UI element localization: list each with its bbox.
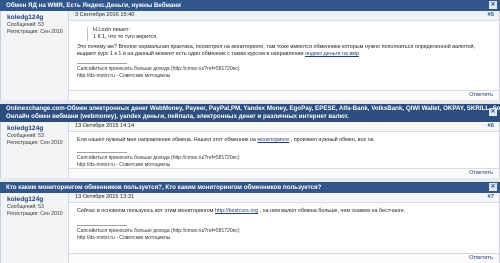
signature-line-2[interactable]: http://ds-motor.ru - Советские мотоциклы [69, 235, 499, 241]
thread-title-line-2[interactable]: Онлайн обмен вебмани (webmoney), yandex … [6, 113, 494, 121]
thread-title-link[interactable]: Onlinexchange.com-Обмен электронных дене… [6, 105, 500, 113]
username-link[interactable]: koledg124g [7, 125, 68, 133]
user-info-panel: koledg124g Сообщений: 53 Регистрация: Се… [1, 193, 69, 263]
username-link[interactable]: koledg124g [7, 196, 68, 204]
quote-author: Н.Lozin пишет: [93, 27, 130, 33]
thread-title-bar[interactable]: Onlinexchange.com-Обмен электронных дене… [0, 104, 500, 122]
post-number-link[interactable]: #6 [488, 122, 494, 131]
post-date-bar: 13 Октября 2015 14:14 #6 [69, 122, 499, 132]
post-number-link[interactable]: #7 [488, 193, 494, 202]
post-content: 13 Октября 2015 14:14 #6 Ели нашел нужны… [69, 122, 499, 178]
post-message: Ели нашел нужный мне направление обмена.… [69, 132, 499, 144]
message-text-end: , произвел нужный обмен, все ок. [290, 137, 375, 143]
reply-button[interactable]: Ответить [469, 254, 493, 263]
message-text: Ели нашел нужный мне направление обмена.… [77, 137, 256, 143]
post-date: 13 Октября 2015 13:31 [75, 194, 135, 200]
post-content: 13 Октября 2015 13:31 #7 Сейчас в основн… [69, 193, 499, 263]
post-1: Обмен ЯД на WMR, Есть Яндекс.Деньги, нуж… [0, 0, 500, 100]
thread-title-link[interactable]: Кто каким мониторингом обменников пользу… [6, 184, 321, 191]
message-text-end: , на нем валют обмена больше, чем скажем… [259, 208, 406, 214]
post-2: Onlinexchange.com-Обмен электронных дене… [0, 104, 500, 178]
post-number-link[interactable]: #5 [488, 11, 494, 20]
username-link[interactable]: koledg124g [7, 14, 68, 22]
quote-block: Н.Lozin пишет: 1 К 1, что то туго веритс… [87, 27, 491, 41]
reply-button[interactable]: Ответить [469, 169, 493, 178]
close-icon[interactable]: ✕ [489, 108, 497, 116]
user-info-panel: koledg124g Сообщений: 53 Регистрация: Се… [1, 11, 69, 100]
post-footer: Ответить [69, 90, 499, 100]
signature-divider [77, 152, 127, 154]
exchange-direction-link[interactable]: яндекс деньги на вмр [305, 51, 359, 57]
thread-title-link[interactable]: Обмен ЯД на WMR, Есть Яндекс.Деньги, нуж… [6, 2, 181, 9]
post-footer: Ответить [69, 168, 499, 178]
reply-button[interactable]: Ответить [469, 91, 493, 100]
bestcurs-link[interactable]: http://bestcurs.org [215, 208, 258, 214]
registration-date: Регистрация: Сен 2010 [7, 139, 63, 146]
post-date: 3 Сентября 2016 15:40 [75, 12, 135, 18]
message-line-2: выдают курс 1 к 1 и на данный момент ест… [77, 51, 491, 58]
quote-text: 1 К 1, что то туго верится. [93, 34, 158, 40]
post-message: Сейчас в основном пользуюсь вот этим мон… [69, 203, 499, 215]
message-text: Сейчас в основном пользуюсь вот этим мон… [77, 208, 214, 214]
post-3: Кто каким мониторингом обменников пользу… [0, 182, 500, 263]
post-footer: Ответить [69, 253, 499, 263]
post-date-bar: 13 Октября 2015 13:31 #7 [69, 193, 499, 203]
signature-line-2[interactable]: http://ds-motor.ru - Советские мотоциклы [69, 73, 499, 79]
post-message: Н.Lozin пишет: 1 К 1, что то туго веритс… [69, 21, 499, 58]
post-date: 13 Октября 2015 14:14 [75, 123, 135, 129]
post-date-bar: 3 Сентября 2016 15:40 #5 [69, 11, 499, 21]
signature-divider [77, 63, 127, 65]
close-icon[interactable]: ✕ [489, 183, 497, 191]
registration-date: Регистрация: Сен 2010 [7, 28, 63, 35]
monitoring-link[interactable]: мониторинге [257, 137, 289, 143]
close-icon[interactable]: ✕ [489, 1, 497, 9]
registration-date: Регистрация: Сен 2010 [7, 210, 63, 217]
message-line-2-text: выдают курс 1 к 1 и на данный момент ест… [77, 51, 304, 58]
post-content: 3 Сентября 2016 15:40 #5 Н.Lozin пишет: … [69, 11, 499, 100]
thread-title-bar[interactable]: Кто каким мониторингом обменников пользу… [0, 182, 500, 193]
user-info-panel: koledg124g Сообщений: 53 Регистрация: Се… [1, 122, 69, 178]
thread-title-bar[interactable]: Обмен ЯД на WMR, Есть Яндекс.Деньги, нуж… [0, 0, 500, 11]
signature-divider [77, 225, 127, 227]
